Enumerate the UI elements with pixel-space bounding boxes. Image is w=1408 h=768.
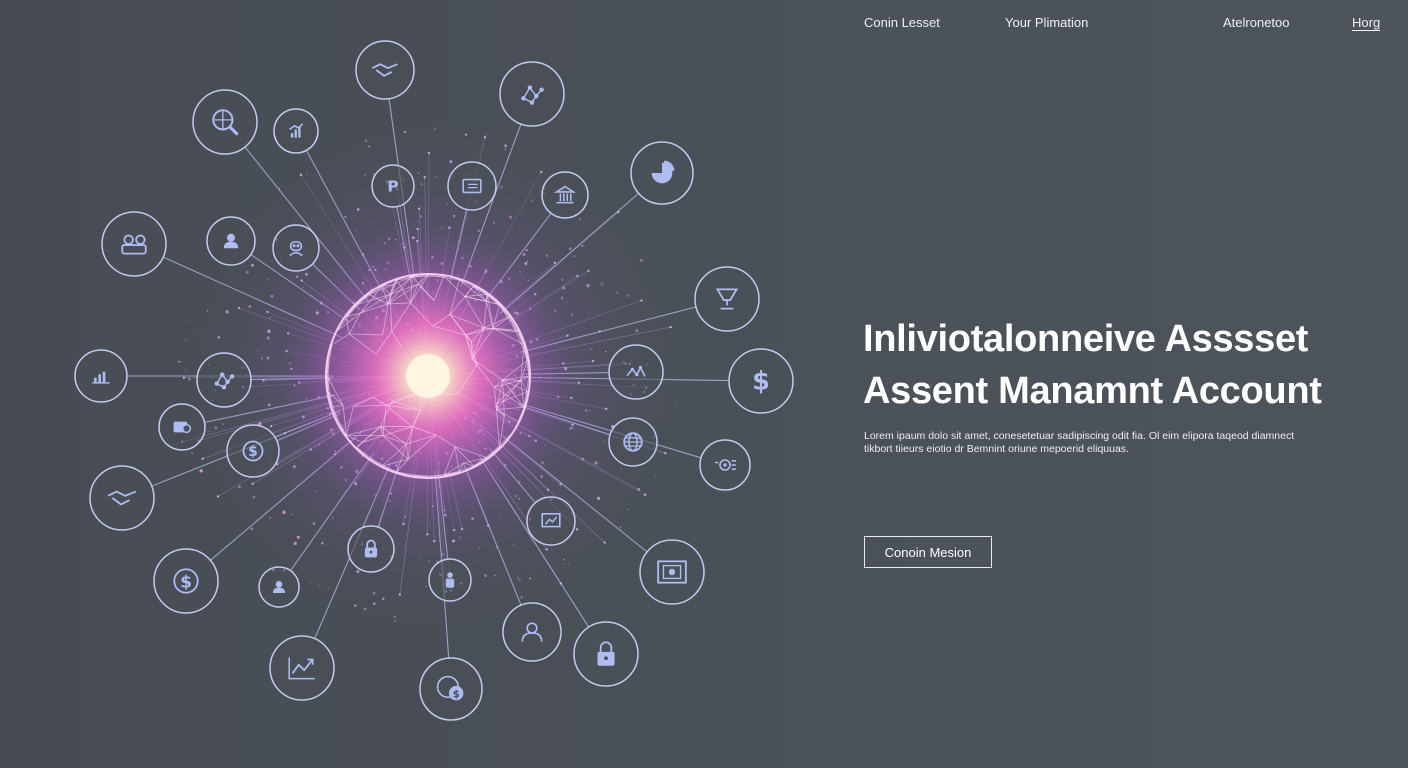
- dollar-coin-icon: $: [153, 548, 219, 614]
- bank-icon: [541, 171, 589, 219]
- network-graphic: P $ $ $ $: [74, 40, 794, 721]
- user-circle-icon: [502, 602, 562, 662]
- handshake-icon: [355, 40, 415, 100]
- svg-text:$: $: [248, 444, 258, 460]
- bar-chart-icon: [273, 108, 319, 154]
- coin-chat-icon: $: [419, 657, 483, 721]
- dollar-icon-glyph: $: [752, 367, 770, 397]
- nodes-icon: [196, 352, 252, 408]
- robot-icon: [272, 224, 320, 272]
- line-chart-icon: [74, 349, 128, 403]
- icon-node-ring: [355, 40, 415, 100]
- nodes-icon: [499, 61, 565, 127]
- sphere-core: [406, 354, 450, 398]
- icon-node-ring: [272, 224, 320, 272]
- growth-chart-icon: [269, 635, 335, 701]
- hero-title-line-1: Inliviotalonneive Asssset: [863, 318, 1309, 360]
- cta-button[interactable]: Conoin Mesion: [864, 536, 992, 568]
- monitor-chart-icon: [526, 496, 576, 546]
- globe-icon: [608, 417, 658, 467]
- trophy-icon: [694, 266, 760, 332]
- people-icon: [101, 211, 167, 277]
- icon-node-ring: [447, 161, 497, 211]
- glowing-sphere: [278, 226, 578, 526]
- sphere-wire: [502, 379, 521, 381]
- safe-icon: [639, 539, 705, 605]
- svg-text:$: $: [752, 367, 770, 397]
- icon-node-ring: [89, 465, 155, 531]
- svg-text:$: $: [453, 688, 460, 700]
- parking-icon-glyph: P: [387, 178, 398, 196]
- camera-icon: [158, 403, 206, 451]
- nav-link-your-plimation[interactable]: Your Plimation: [1005, 15, 1088, 30]
- lock-icon: [573, 621, 639, 687]
- user-icon: [206, 216, 256, 266]
- stock-chart-icon: [608, 344, 664, 400]
- search-globe-icon: [192, 89, 258, 155]
- person-icon: [428, 558, 472, 602]
- icon-node-ring: [101, 211, 167, 277]
- dollar-icon: $: [728, 348, 794, 414]
- target-icon: [699, 439, 751, 491]
- pie-chart-icon: [630, 141, 694, 205]
- nav-link-horg[interactable]: Horg: [1352, 15, 1380, 30]
- lock-icon: [347, 525, 395, 573]
- hero-title: Inliviotalonneive Asssset Assent Manamnt…: [863, 313, 1383, 417]
- handshake-icon: [89, 465, 155, 531]
- dollar-coin-icon: $: [226, 424, 280, 478]
- svg-text:P: P: [387, 178, 398, 196]
- nav-link-conin-lesset[interactable]: Conin Lesset: [864, 15, 940, 30]
- icon-node-ring: [196, 352, 252, 408]
- icon-node-ring: [541, 171, 589, 219]
- top-nav: Conin Lesset Your Plimation Atelronetoo …: [864, 15, 1384, 35]
- parking-icon: P: [371, 164, 415, 208]
- nav-link-atelronetoo[interactable]: Atelronetoo: [1223, 15, 1290, 30]
- icon-node-ring: [499, 61, 565, 127]
- icon-node-ring: [502, 602, 562, 662]
- icon-node-ring: [608, 344, 664, 400]
- icon-node-ring: [694, 266, 760, 332]
- network-illustration: P $ $ $ $: [0, 0, 820, 768]
- folder-icon: [447, 161, 497, 211]
- svg-text:$: $: [180, 572, 192, 592]
- icon-node-ring: [192, 89, 258, 155]
- hero-description: Lorem ipaum dolo sit amet, conesetetuar …: [864, 430, 1295, 455]
- hero-title-line-2: Assent Manamnt Account: [863, 370, 1322, 412]
- user-icon: [258, 566, 300, 608]
